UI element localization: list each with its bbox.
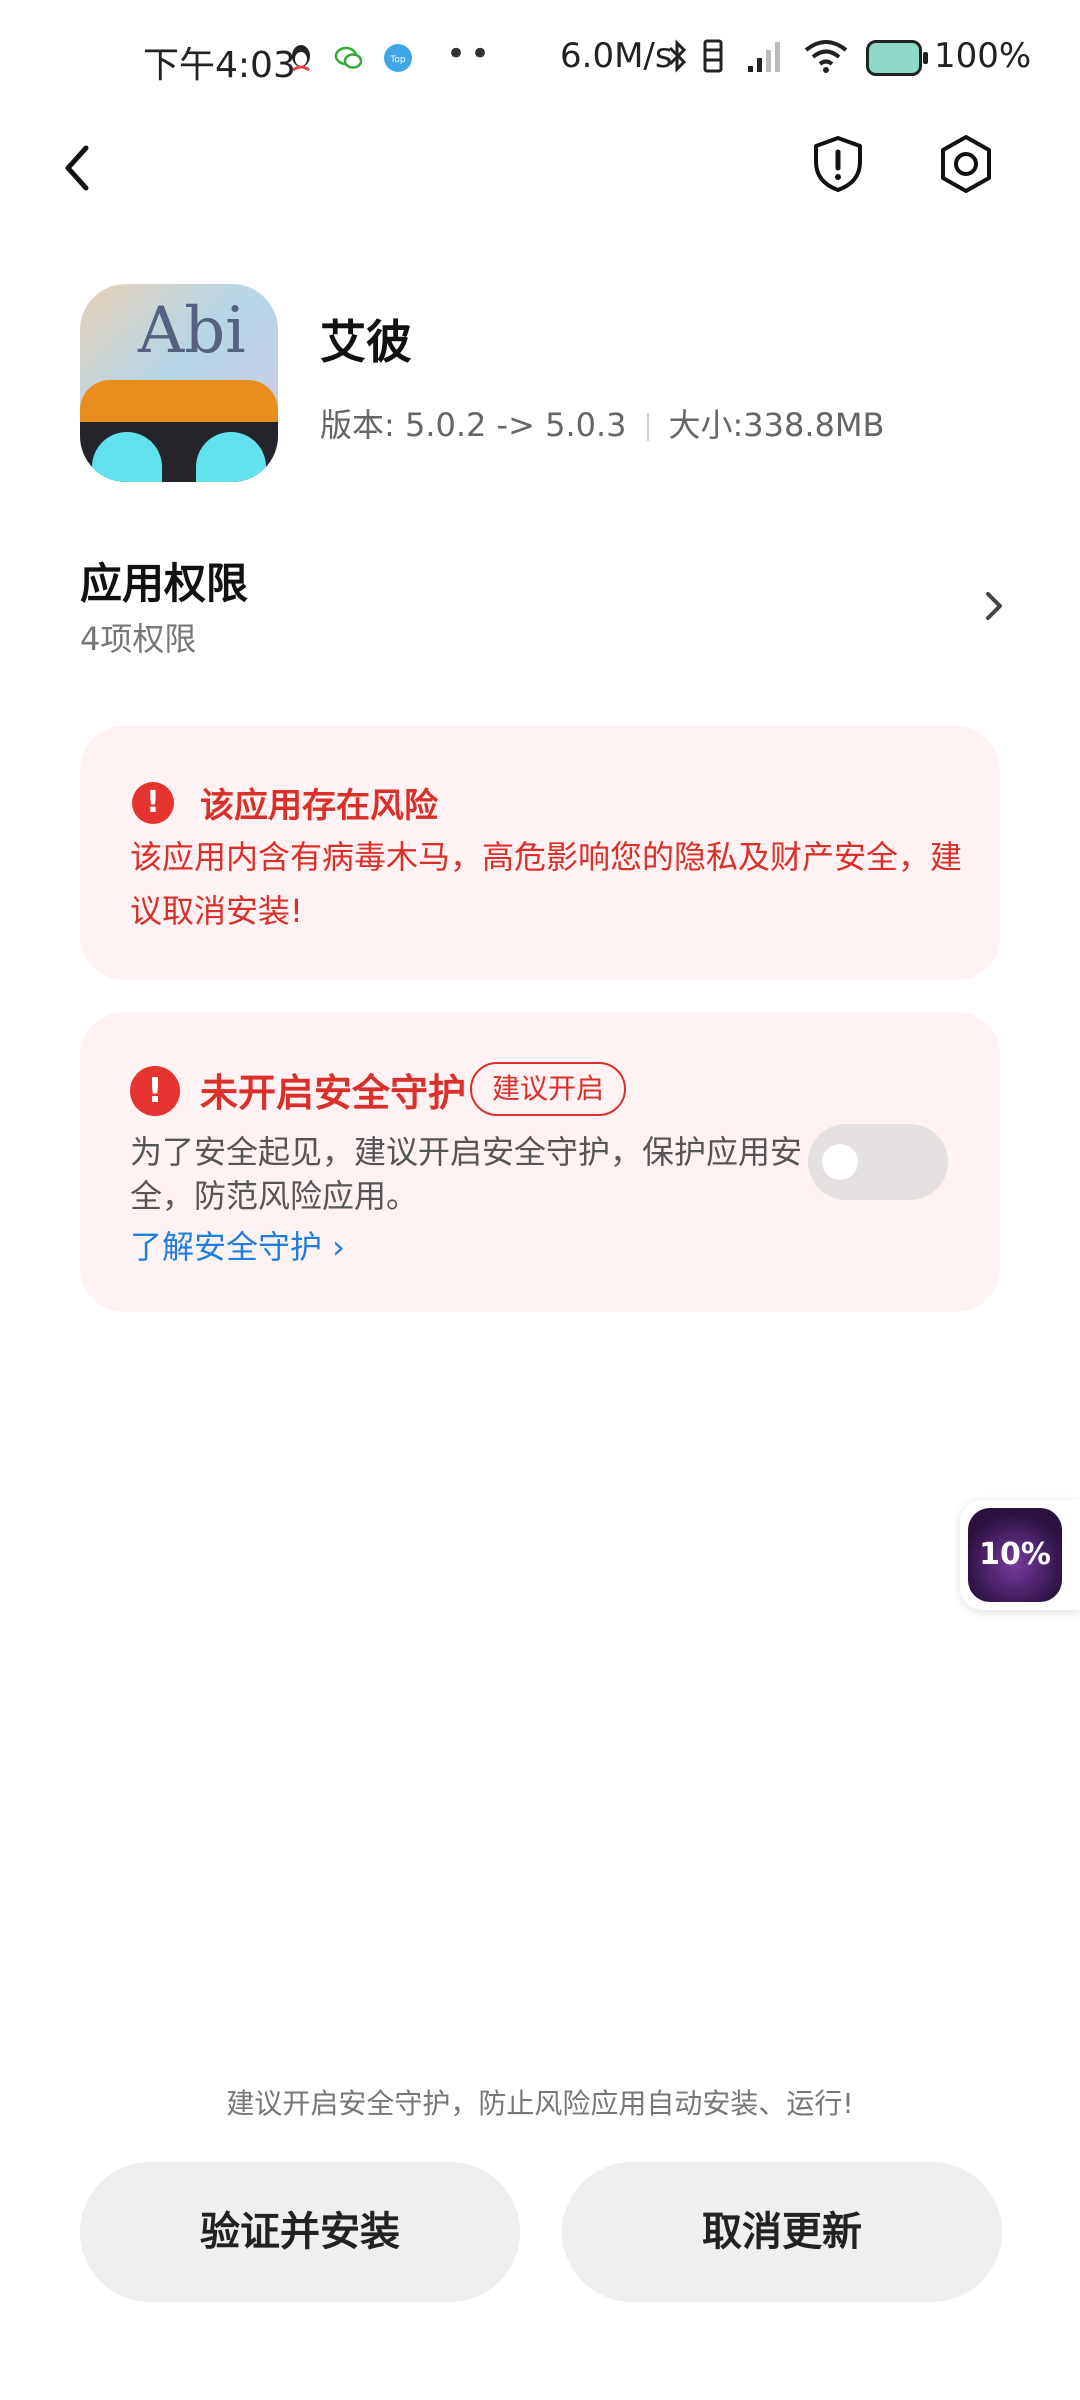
warning-icon: ! [130, 1066, 180, 1116]
toggle-knob [822, 1144, 858, 1180]
risk-title: 该应用存在风险 [200, 786, 438, 826]
permissions-row[interactable]: 应用权限 4项权限 [80, 550, 1020, 660]
chevron-right-icon [986, 592, 1002, 620]
verify-install-button[interactable]: 验证并安装 [80, 2162, 520, 2302]
battery-icon [866, 40, 928, 76]
status-bar: 下午4:03 Top •• 6.0M/s 100% [0, 0, 1080, 120]
status-time: 下午4:03 [143, 45, 296, 86]
app-meta: 版本: 5.0.2 -> 5.0.3 大小:338.8MB [320, 400, 884, 446]
floating-widget[interactable]: 10% [960, 1500, 1080, 1610]
recommend-badge: 建议开启 [470, 1062, 627, 1116]
wifi-icon [802, 38, 850, 82]
guard-toggle[interactable] [808, 1124, 948, 1200]
app-size: 大小:338.8MB [668, 406, 885, 444]
guard-title: 未开启安全守护 [200, 1071, 467, 1115]
vibrate-icon [700, 38, 728, 82]
app-icon: Abi [80, 284, 278, 482]
app-name: 艾彼 [320, 315, 412, 369]
back-button[interactable] [52, 138, 112, 198]
network-speed: 6.0M/s [560, 36, 673, 76]
cancel-update-button[interactable]: 取消更新 [562, 2162, 1002, 2302]
floating-progress-badge: 10% [968, 1508, 1062, 1602]
guard-message: 为了安全起见，建议开启安全守护，保护应用安全，防范风险应用。 [130, 1133, 803, 1215]
security-guard-card: ! 未开启安全守护 建议开启 为了安全起见，建议开启安全守护，保护应用安全，防范… [80, 1012, 1000, 1312]
risk-message: 该应用内含有病毒木马，高危影响您的隐私及财产安全，建议取消安装! [130, 838, 963, 930]
meta-divider [646, 413, 649, 441]
app-version: 版本: 5.0.2 -> 5.0.3 [320, 406, 627, 444]
settings-button[interactable] [934, 132, 998, 196]
permissions-count: 4项权限 [80, 620, 197, 658]
bottom-tip: 建议开启安全守护，防止风险应用自动安装、运行! [226, 2087, 854, 2120]
settings-hexagon-icon [941, 135, 991, 193]
more-notifications: •• [446, 34, 495, 74]
qq-icon [287, 44, 315, 72]
svg-text:Top: Top [389, 55, 405, 65]
app-icon-logo-text: Abi [138, 294, 246, 368]
shield-alert-icon [814, 136, 862, 192]
permissions-title: 应用权限 [80, 559, 249, 608]
signal-icon [746, 38, 786, 82]
top-icon: Top [384, 44, 412, 72]
wechat-icon [334, 44, 363, 72]
security-button[interactable] [806, 132, 870, 196]
warning-icon: ! [132, 782, 174, 824]
learn-guard-link[interactable]: 了解安全守护 › [130, 1222, 345, 1268]
battery-level: 100% [934, 36, 1032, 76]
chevron-left-icon [65, 145, 89, 191]
risk-card: ! 该应用存在风险 该应用内含有病毒木马，高危影响您的隐私及财产安全，建议取消安… [80, 726, 1000, 980]
bluetooth-icon [666, 38, 690, 82]
